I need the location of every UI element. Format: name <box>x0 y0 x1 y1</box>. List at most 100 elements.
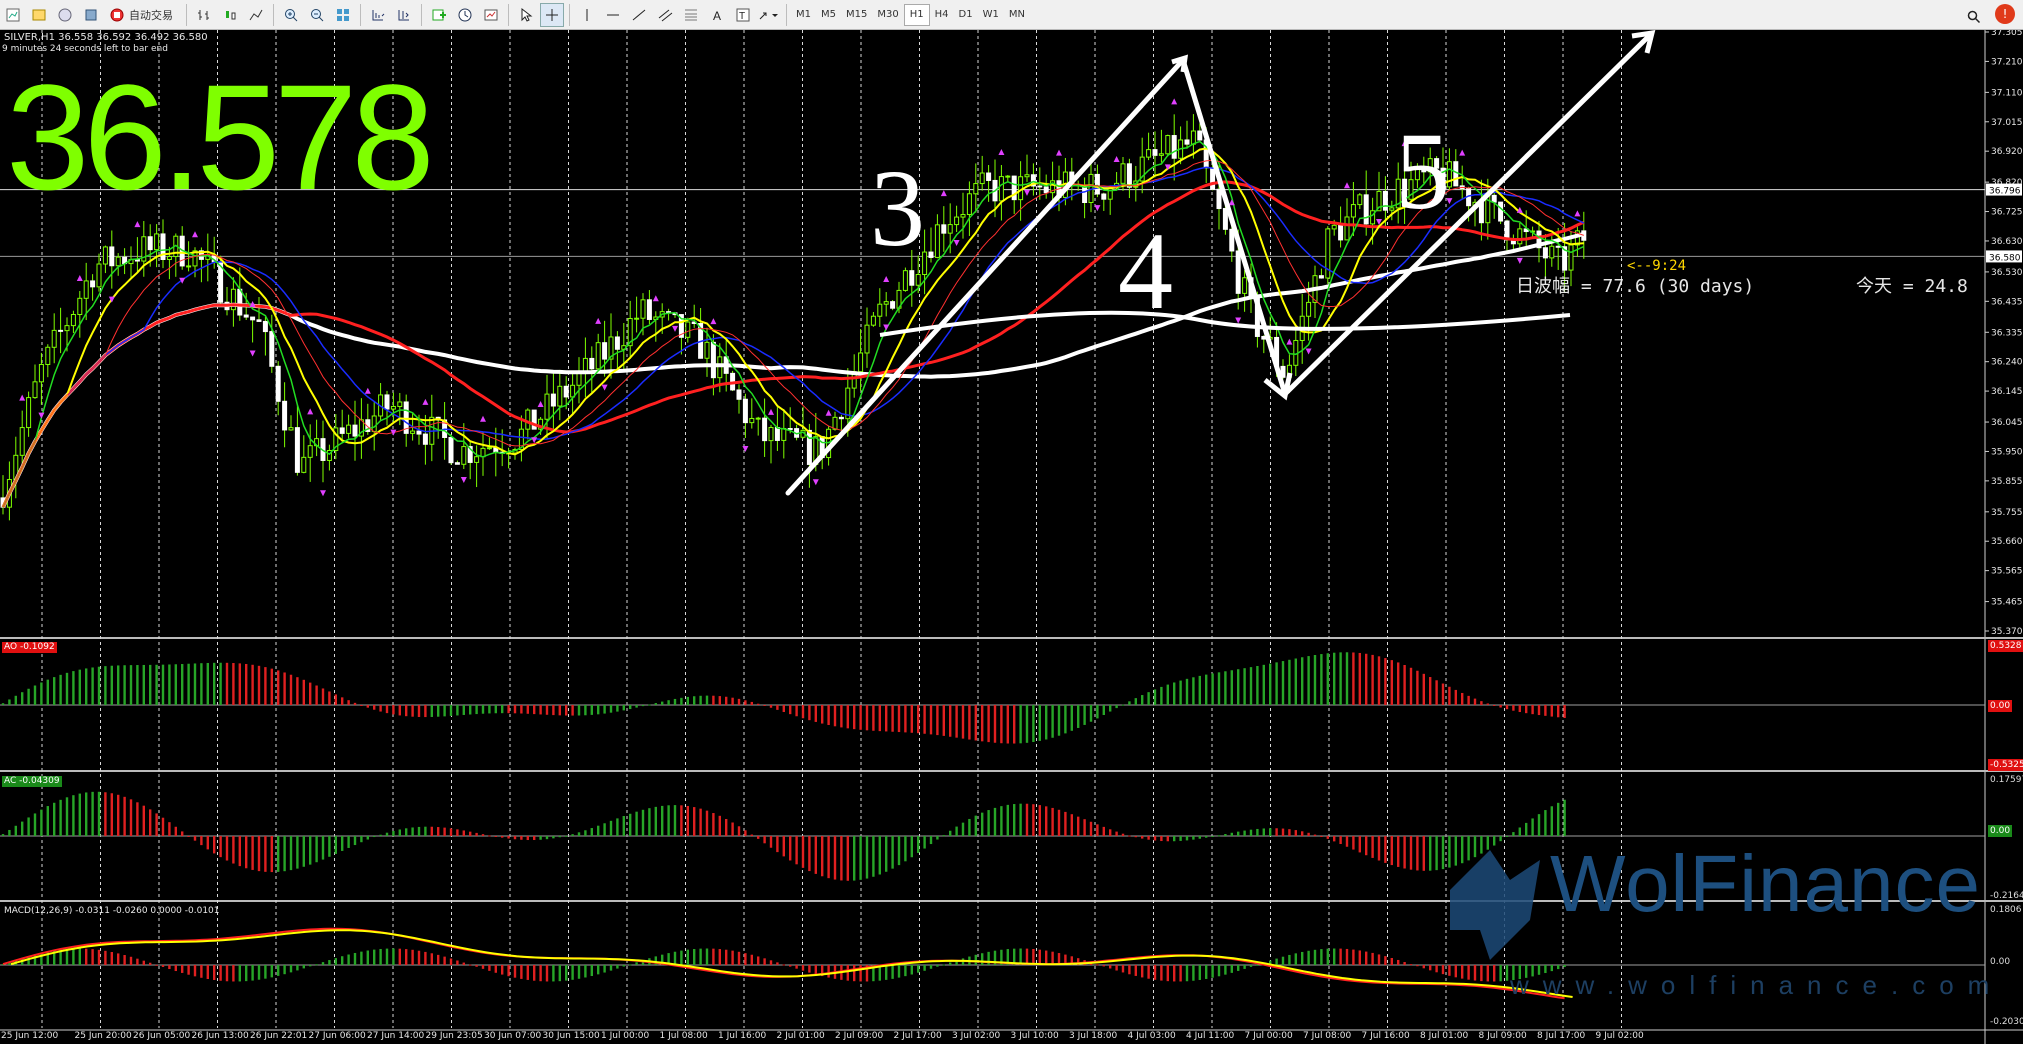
timeframe-d1[interactable]: D1 <box>954 5 978 25</box>
line-chart-icon[interactable] <box>244 3 268 27</box>
macd-bar <box>1224 965 1227 975</box>
timeframe-w1[interactable]: W1 <box>978 5 1004 25</box>
ao-bar <box>949 705 952 737</box>
price-axis-label: 35.465 <box>1991 598 2023 608</box>
ao-bar <box>929 705 933 735</box>
price-axis-label: 36.630 <box>1991 237 2023 247</box>
ao-bar <box>539 705 542 715</box>
ac-bar <box>417 826 421 836</box>
macd-bar <box>910 965 913 975</box>
macd-bar <box>187 965 190 975</box>
trendline-icon[interactable] <box>627 3 651 27</box>
zoom-in-icon[interactable] <box>279 3 303 27</box>
macd-bar <box>1435 965 1438 973</box>
cursor-icon[interactable] <box>514 3 538 27</box>
ac-bar <box>213 836 216 854</box>
timeframe-mn[interactable]: MN <box>1004 5 1030 25</box>
new-chart-icon[interactable] <box>1 3 25 27</box>
ac-bar <box>411 827 414 836</box>
ao-bar <box>1429 677 1432 705</box>
ao-bar <box>1070 705 1073 731</box>
auto-trading-button[interactable]: 自动交易 <box>105 3 181 27</box>
timeframe-h1[interactable]: H1 <box>903 3 930 26</box>
fractal-down-marker <box>249 350 256 357</box>
ao-bar <box>417 705 421 717</box>
alert-icon[interactable]: ! <box>1995 4 2015 24</box>
macd-bar <box>238 965 241 982</box>
fibonacci-icon[interactable] <box>679 3 703 27</box>
time-axis-label: 1 Jul 08:00 <box>660 1031 709 1041</box>
ao-bar <box>981 705 984 742</box>
candle-body <box>1190 130 1196 145</box>
candle-body <box>550 393 556 407</box>
templates-icon[interactable] <box>479 3 503 27</box>
ao-bar <box>558 705 561 716</box>
macd-bar <box>1102 965 1105 967</box>
chart-shift-icon[interactable] <box>392 3 416 27</box>
profiles-icon[interactable] <box>27 3 51 27</box>
navigator-icon[interactable] <box>79 3 103 27</box>
timeframe-m5[interactable]: M5 <box>816 5 841 25</box>
ao-bar <box>264 667 267 705</box>
candle-body <box>109 246 115 267</box>
ac-bar <box>789 836 792 861</box>
text-label-icon[interactable]: T <box>731 3 755 27</box>
ao-bar <box>481 705 485 714</box>
timeframe-m1[interactable]: M1 <box>791 5 816 25</box>
bar-chart-icon[interactable] <box>192 3 216 27</box>
ac-bar <box>622 816 625 836</box>
timeframe-h4[interactable]: H4 <box>930 5 954 25</box>
ao-bar <box>501 705 504 714</box>
timeframe-m30[interactable]: M30 <box>872 5 903 25</box>
equidistant-channel-icon[interactable] <box>653 3 677 27</box>
ao-bar <box>1000 705 1003 744</box>
tile-windows-icon[interactable] <box>331 3 355 27</box>
fractal-up-marker <box>422 398 429 405</box>
ao-bar <box>1185 678 1189 705</box>
crosshair-icon[interactable] <box>540 2 564 27</box>
market-watch-icon[interactable] <box>53 3 77 27</box>
candle-body <box>1338 224 1344 241</box>
ao-bar <box>622 705 625 711</box>
ac-bar <box>814 836 817 874</box>
fractal-up-marker <box>364 387 371 394</box>
ao-bar <box>1217 672 1221 705</box>
periods-icon[interactable] <box>453 3 477 27</box>
ac-bar <box>78 793 81 836</box>
toolbar-separator <box>508 3 509 26</box>
candle-body <box>186 265 192 268</box>
ac-bar <box>629 813 632 836</box>
auto-scroll-icon[interactable] <box>366 3 390 27</box>
macd-bar <box>686 949 689 965</box>
ao-bar <box>1307 656 1310 705</box>
ao-bar <box>814 705 817 722</box>
ac-bar <box>1307 832 1310 836</box>
ao-bar <box>904 705 907 733</box>
macd-bar <box>737 951 741 965</box>
candlestick-icon[interactable] <box>218 3 242 27</box>
fractal-down-marker <box>1305 348 1312 355</box>
ac-bar <box>155 813 158 836</box>
indicators-icon[interactable] <box>427 3 451 27</box>
ac-bar <box>219 836 222 858</box>
fractal-up-marker <box>652 295 659 302</box>
fractal-down-marker <box>601 384 608 391</box>
candle-body <box>640 299 646 319</box>
ao-bar <box>763 705 766 706</box>
macd-bottom-value: -0.2030 <box>1990 1017 2023 1027</box>
horizontal-line-icon[interactable] <box>601 3 625 27</box>
time-axis-label: 7 Jul 16:00 <box>1362 1031 1411 1041</box>
candle-body <box>102 246 108 265</box>
arrows-dropdown-icon[interactable] <box>757 3 781 27</box>
ao-bar <box>353 702 357 705</box>
candle-body <box>262 320 268 333</box>
timeframe-m15[interactable]: M15 <box>841 5 872 25</box>
candle-body <box>1158 153 1164 156</box>
zoom-out-icon[interactable] <box>305 3 329 27</box>
ao-bar <box>641 705 645 707</box>
search-icon[interactable] <box>1962 5 1986 29</box>
candle-body <box>781 428 787 441</box>
vertical-line-icon[interactable] <box>575 3 599 27</box>
text-tool-icon[interactable]: A <box>705 3 729 27</box>
fractal-down-marker <box>38 412 45 419</box>
